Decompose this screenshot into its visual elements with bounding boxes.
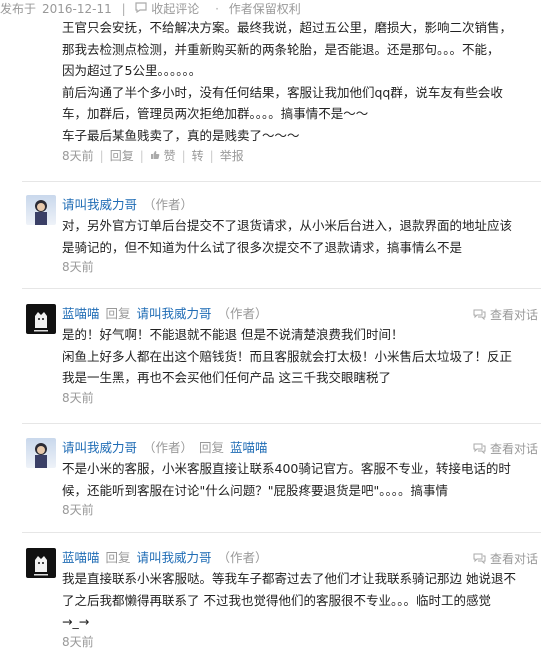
comment-line: 闲鱼上好多人都在出这个赔钱货！而且客服就会打太极！小米售后太垃圾了！反正 <box>62 348 513 364</box>
view-conversation-link[interactable]: 查看对话 <box>473 440 538 457</box>
comment-line: 候，还能听到客服在讨论"什么问题？"屁股疼要退货是吧"。。。。搞事情 <box>62 482 448 498</box>
comment-divider <box>22 181 541 182</box>
comment-divider <box>22 288 541 289</box>
comment-author[interactable]: 蓝喵喵 <box>62 304 100 324</box>
view-conversation-label: 查看对话 <box>489 442 538 456</box>
like-label: 赞 <box>163 149 176 163</box>
author-role: （作者） <box>217 550 268 565</box>
reply-to-user[interactable]: 蓝喵喵 <box>230 438 268 458</box>
reply-label: 回复 <box>105 550 131 565</box>
reply-to-user[interactable]: 请叫我威力哥 <box>137 548 212 568</box>
comment-divider <box>22 423 541 424</box>
comment-line: →_→ <box>62 614 90 629</box>
comment-time: 8天前 <box>62 503 94 517</box>
comment-author[interactable]: 蓝喵喵 <box>62 548 100 568</box>
reply-button[interactable]: 回复 <box>110 146 134 166</box>
comment-author[interactable]: 请叫我威力哥 <box>62 438 137 458</box>
reply-to-user[interactable]: 请叫我威力哥 <box>137 304 212 324</box>
comment-line: 我是一生黑，再也不会买他们任何产品 这三千我交眼瞎税了 <box>62 370 391 385</box>
view-conversation-link[interactable]: 查看对话 <box>473 550 538 567</box>
action-separator: | <box>139 149 144 163</box>
comment-divider <box>22 532 541 533</box>
comment-line: 王官只会安抚，不给解决方案。最终我说，超过五公里，磨损大，影响二次销售， <box>62 20 513 35</box>
action-separator: | <box>181 149 186 163</box>
share-button[interactable]: 转 <box>192 146 204 166</box>
like-button[interactable]: 赞 <box>150 146 176 166</box>
author-role: （作者） <box>143 440 194 455</box>
user-avatar[interactable] <box>26 195 56 225</box>
meta-separator: · <box>215 2 219 16</box>
comment-line: 因为超过了5公里。。。。。。 <box>62 63 202 78</box>
user-avatar[interactable] <box>26 438 56 468</box>
comment-time: 8天前 <box>62 634 94 649</box>
first-comment-continuation: 王官只会安抚，不给解决方案。最终我说，超过五公里，磨损大，影响二次销售， 那我去… <box>62 17 542 166</box>
conversation-icon <box>473 553 486 564</box>
reply-label: 回复 <box>105 306 131 321</box>
reply-label: 回复 <box>199 440 225 455</box>
view-conversation-label: 查看对话 <box>489 308 538 322</box>
boy-avatar-icon <box>35 443 47 468</box>
rights-text: 作者保留权利 <box>228 2 301 16</box>
collapse-comments-label: 收起评论 <box>151 2 200 16</box>
boy-avatar-icon <box>35 200 47 225</box>
conversation-icon <box>473 443 486 454</box>
comment-author[interactable]: 请叫我威力哥 <box>62 195 137 215</box>
comment-line: 前后沟通了半个多小时，没有任何结果，客服让我加他们qq群，说车友有些会收 <box>62 84 503 100</box>
comment-line: 车子最后某鱼贱卖了，真的是贱卖了～～～ <box>62 127 300 143</box>
publish-date: 2016-12-11 <box>42 2 112 16</box>
comment-line: 车，加群后，管理员两次拒绝加群。。。。搞事情不是～～ <box>62 106 369 121</box>
comment-line: 是骑记的，但不知道为什么试了很多次提交不了退款请求，搞事情么不是 <box>62 239 463 255</box>
user-avatar[interactable] <box>26 304 56 334</box>
comment-actions: 8天前 | 回复 | 赞 | 转 | 举报 <box>62 146 542 166</box>
comment-line: 不是小米的客服，小米客服直接让联系400骑记官方。客服不专业，转接电话的时 <box>62 461 511 476</box>
view-conversation-label: 查看对话 <box>489 552 538 566</box>
action-separator: | <box>209 149 214 163</box>
report-button[interactable]: 举报 <box>220 146 244 166</box>
meta-separator: | <box>121 2 126 16</box>
author-role: （作者） <box>143 197 194 212</box>
author-role: （作者） <box>217 306 268 321</box>
comment-time: 8天前 <box>62 260 94 274</box>
comment-time: 8天前 <box>62 149 94 163</box>
comment-line: 我是直接联系小米客服哒。等我车子都寄过去了他们才让我联系骑记那边 她说退不 <box>62 571 516 586</box>
comment-time: 8天前 <box>62 390 94 405</box>
conversation-icon <box>473 309 486 320</box>
comment-line: 是的！好气啊！不能退就不能退 但是不说清楚浪费我们时间！ <box>62 327 404 342</box>
cat-avatar-icon <box>34 556 48 576</box>
view-conversation-link[interactable]: 查看对话 <box>473 306 538 323</box>
action-separator: | <box>99 149 104 163</box>
cat-avatar-icon <box>34 312 48 332</box>
thumbs-up-icon <box>150 151 160 159</box>
comment-icon <box>135 2 148 13</box>
user-avatar[interactable] <box>26 548 56 578</box>
comment-line: 了之后我都懒得再联系了 不过我也觉得他们的客服很不专业。。。临时工的感觉 <box>62 592 491 608</box>
comment-line: 对，另外官方订单后台提交不了退货请求，从小米后台进入，退款界面的地址应该 <box>62 218 513 233</box>
comment-line: 那我去检测点检测，并重新购买新的两条轮胎，是否能退。还是那句。。。不能， <box>62 41 500 57</box>
collapse-comments-link[interactable]: 收起评论 <box>135 2 205 16</box>
publish-label: 发布于 <box>0 2 37 16</box>
